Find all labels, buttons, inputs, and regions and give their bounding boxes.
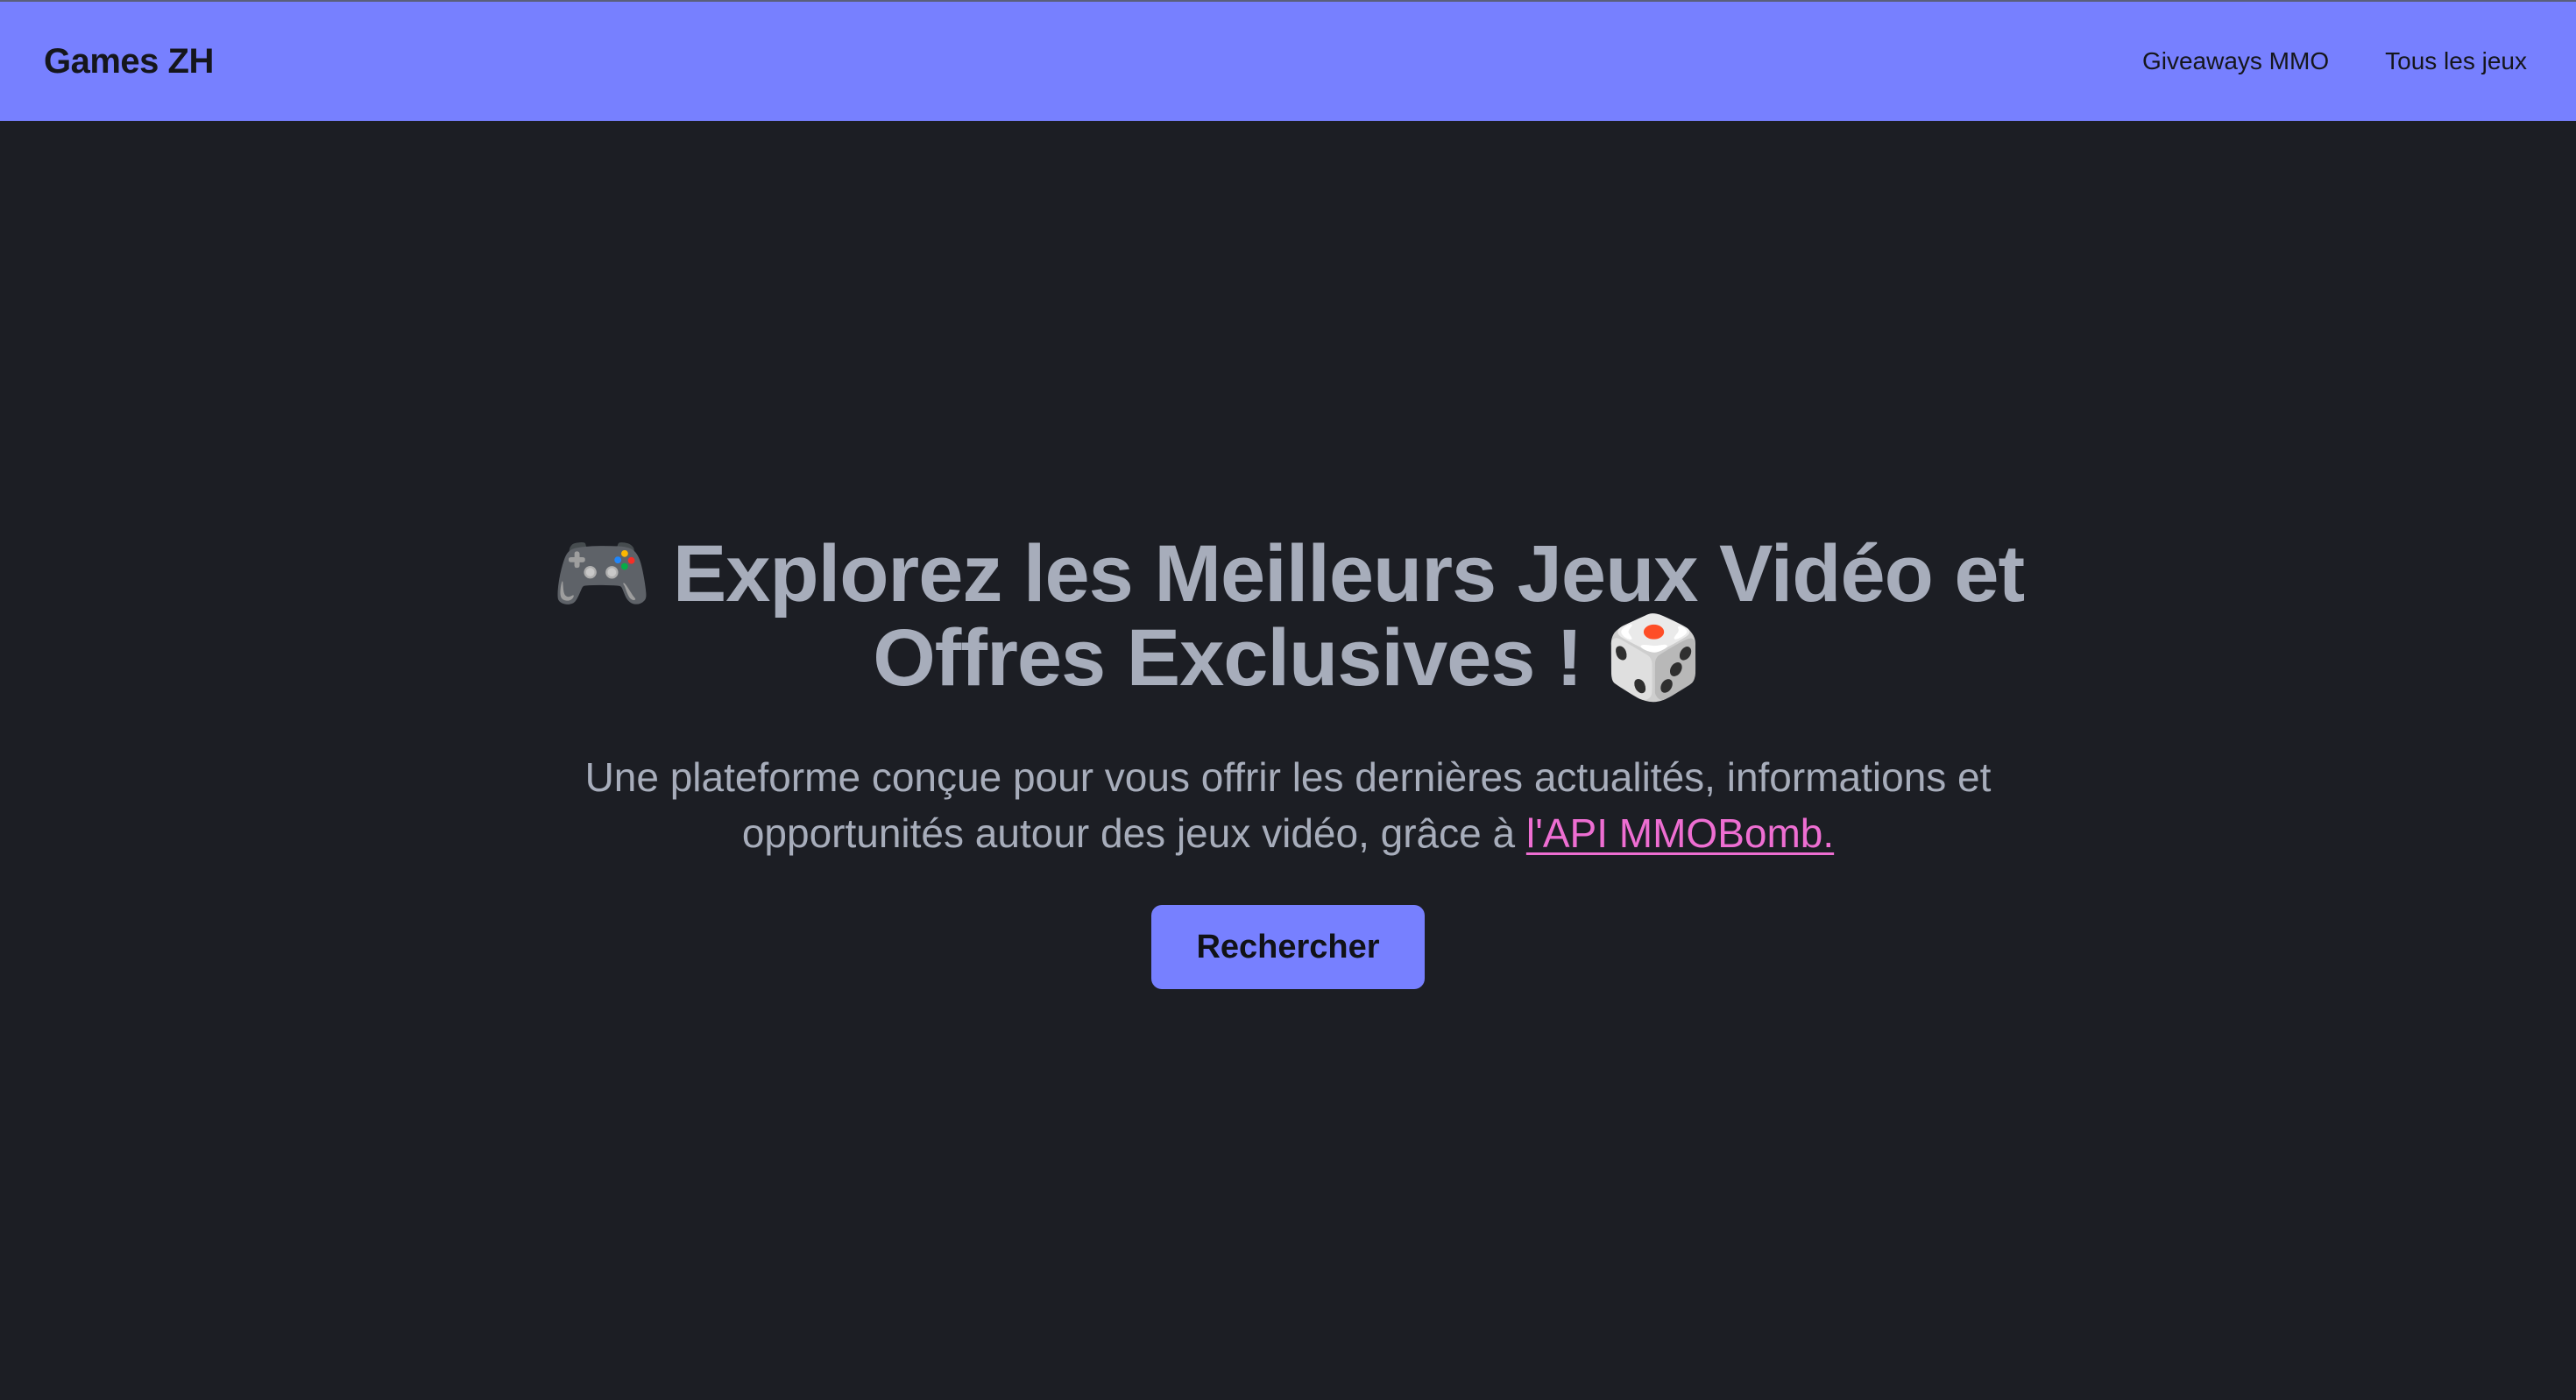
gamepad-icon: 🎮: [551, 527, 653, 620]
hero-title-text: Explorez les Meilleurs Jeux Vidéo et Off…: [672, 529, 2025, 703]
nav-link-giveaways-mmo[interactable]: Giveaways MMO: [2142, 47, 2329, 75]
brand-logo[interactable]: Games ZH: [44, 42, 214, 81]
nav-links: Giveaways MMO Tous les jeux: [2142, 47, 2527, 75]
dice-icon: 🎲: [1603, 611, 1704, 704]
hero-title: 🎮 Explorez les Meilleurs Jeux Vidéo et O…: [543, 527, 2033, 704]
top-navbar: Games ZH Giveaways MMO Tous les jeux: [0, 0, 2576, 121]
hero-section: 🎮 Explorez les Meilleurs Jeux Vidéo et O…: [0, 121, 2576, 1400]
hero-description: Une plateforme conçue pour vous offrir l…: [552, 749, 2024, 861]
mmobomb-api-link[interactable]: l'API MMOBomb.: [1526, 810, 1834, 856]
nav-link-all-games[interactable]: Tous les jeux: [2385, 47, 2527, 75]
search-button[interactable]: Rechercher: [1151, 905, 1425, 989]
